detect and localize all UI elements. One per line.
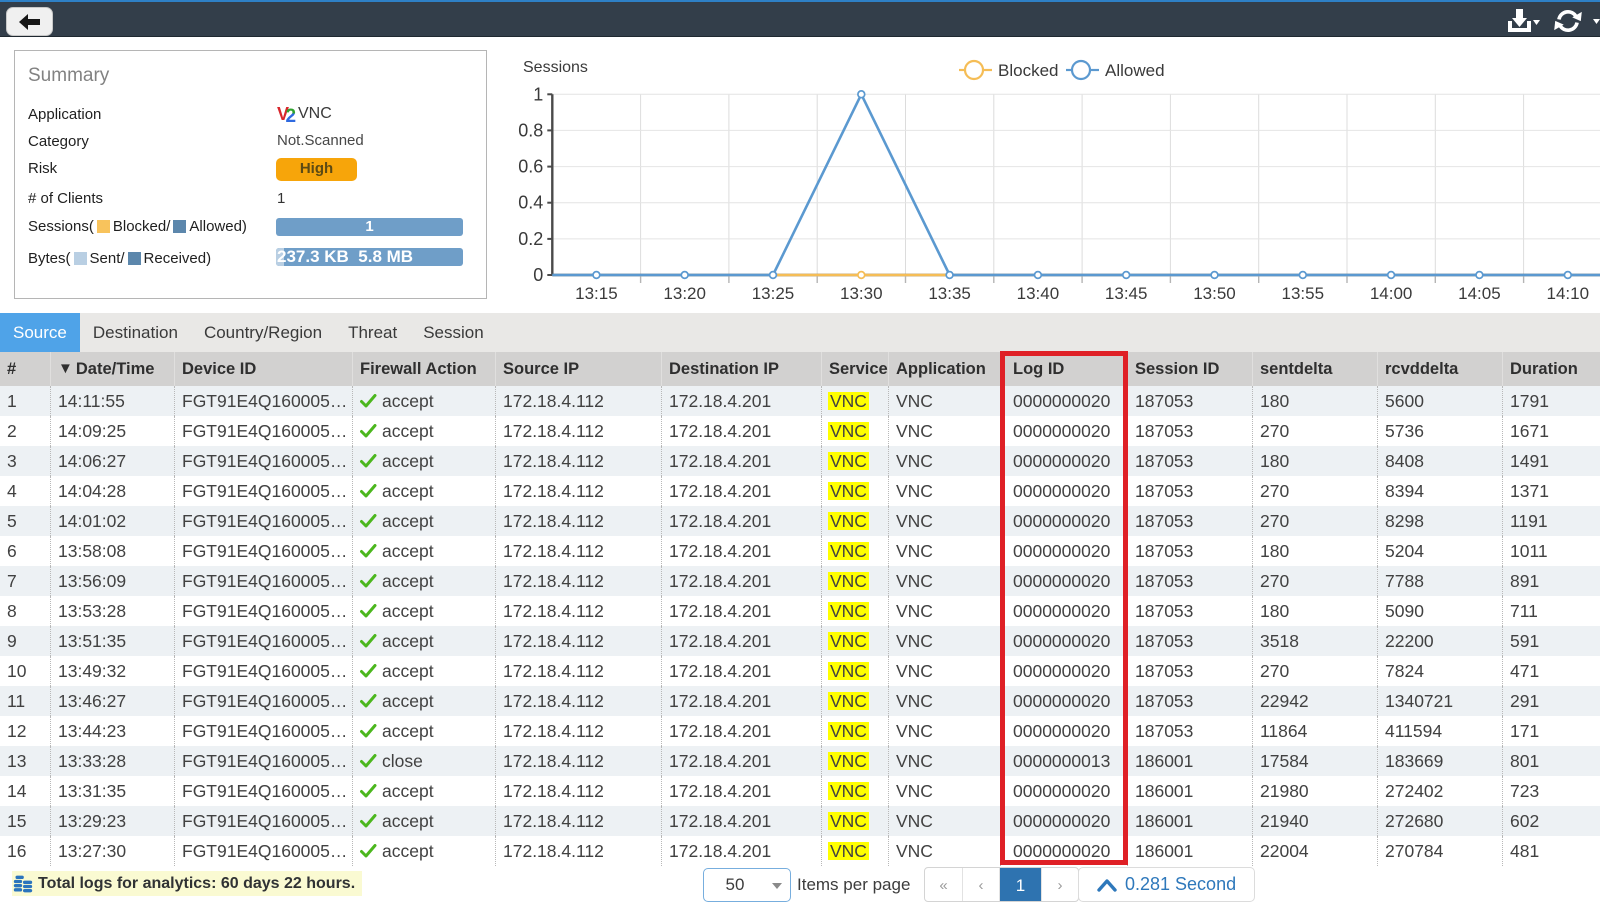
svg-text:0.8: 0.8 xyxy=(518,120,543,140)
svg-text:14:05: 14:05 xyxy=(1458,284,1501,303)
svg-text:13:20: 13:20 xyxy=(663,284,706,303)
svg-text:0: 0 xyxy=(533,265,543,285)
svg-text:Blocked: Blocked xyxy=(998,61,1058,80)
svg-text:0.6: 0.6 xyxy=(518,157,543,177)
svg-text:1: 1 xyxy=(533,84,543,104)
svg-text:13:15: 13:15 xyxy=(575,284,618,303)
svg-text:14:10: 14:10 xyxy=(1547,284,1590,303)
svg-text:14:00: 14:00 xyxy=(1370,284,1413,303)
svg-text:13:40: 13:40 xyxy=(1017,284,1060,303)
svg-text:Sessions: Sessions xyxy=(523,59,588,76)
svg-text:13:30: 13:30 xyxy=(840,284,883,303)
svg-text:0.4: 0.4 xyxy=(518,193,543,213)
svg-text:13:35: 13:35 xyxy=(928,284,971,303)
svg-text:Allowed: Allowed xyxy=(1105,61,1165,80)
svg-text:13:45: 13:45 xyxy=(1105,284,1148,303)
svg-text:0.2: 0.2 xyxy=(518,229,543,249)
svg-text:13:55: 13:55 xyxy=(1282,284,1325,303)
svg-text:13:25: 13:25 xyxy=(752,284,795,303)
svg-text:13:50: 13:50 xyxy=(1193,284,1236,303)
